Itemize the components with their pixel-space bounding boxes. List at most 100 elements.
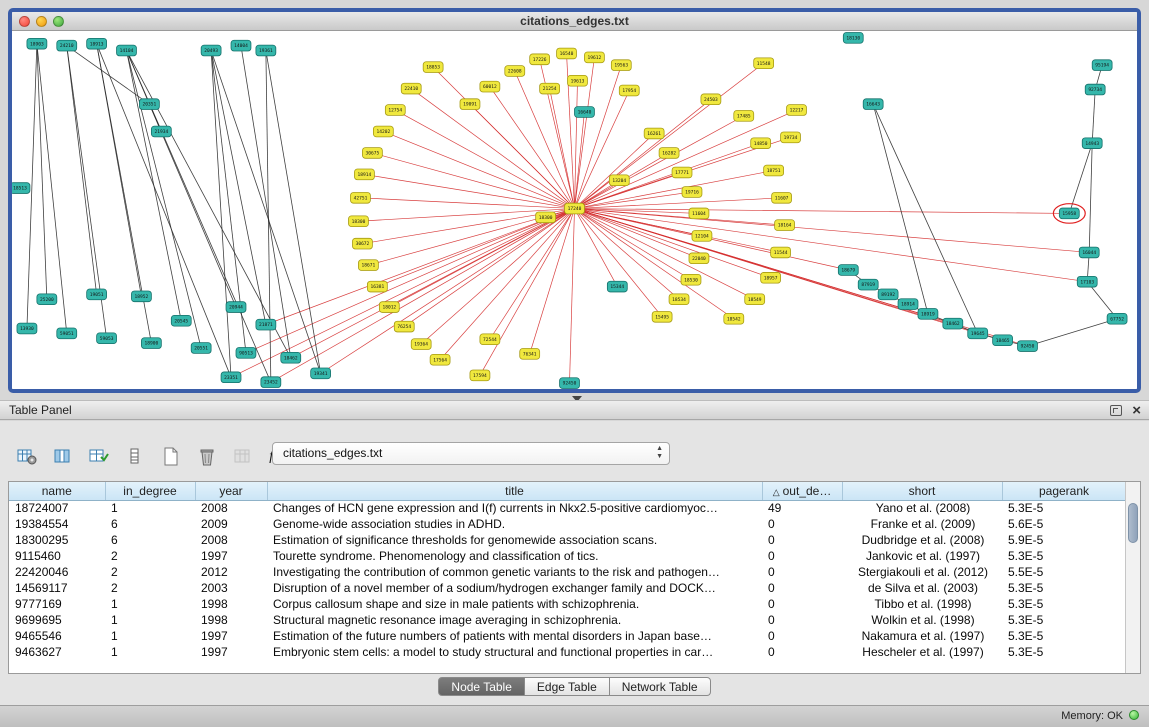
graph-node[interactable]: 19563 bbox=[611, 60, 631, 71]
graph-node[interactable]: 16282 bbox=[659, 148, 679, 159]
graph-node[interactable]: 19613 bbox=[568, 75, 588, 86]
graph-node[interactable]: 12104 bbox=[692, 230, 712, 241]
column-header[interactable]: year bbox=[195, 482, 267, 500]
column-header[interactable]: name bbox=[9, 482, 105, 500]
column-header[interactable]: title bbox=[267, 482, 762, 500]
graph-node[interactable]: 17103 bbox=[1077, 276, 1097, 287]
column-header[interactable]: in_degree bbox=[105, 482, 195, 500]
network-table-select[interactable]: citations_edges.txt ▲▼ bbox=[272, 442, 670, 465]
graph-node[interactable]: 18130 bbox=[843, 32, 863, 43]
table-rows-icon[interactable] bbox=[122, 445, 148, 469]
tab-network-table[interactable]: Network Table bbox=[610, 677, 711, 696]
graph-node[interactable]: 21254 bbox=[540, 83, 560, 94]
graph-node[interactable]: 18300 bbox=[349, 216, 369, 227]
table-row[interactable]: 946554611997Estimation of the future num… bbox=[9, 628, 1126, 644]
column-header[interactable]: short bbox=[842, 482, 1002, 500]
graph-node[interactable]: 15344 bbox=[607, 281, 627, 292]
graph-node[interactable]: 30675 bbox=[362, 148, 382, 159]
graph-node[interactable]: 19645 bbox=[968, 328, 988, 339]
graph-node[interactable]: 92450 bbox=[1018, 341, 1038, 352]
graph-node[interactable]: 16381 bbox=[367, 281, 387, 292]
graph-node[interactable]: 20493 bbox=[201, 45, 221, 56]
graph-node[interactable]: 14943 bbox=[1082, 138, 1102, 149]
graph-node[interactable]: 19734 bbox=[781, 132, 801, 143]
new-table-icon[interactable] bbox=[158, 445, 184, 469]
graph-node[interactable]: 18751 bbox=[764, 165, 784, 176]
graph-node[interactable]: 87919 bbox=[858, 279, 878, 290]
table-row[interactable]: 911546021997Tourette syndrome. Phenomeno… bbox=[9, 548, 1126, 564]
graph-node[interactable]: 25200 bbox=[37, 294, 57, 305]
graph-node[interactable]: 18164 bbox=[775, 220, 795, 231]
graph-node[interactable]: 15495 bbox=[652, 311, 672, 322]
table-scrollbar-thumb[interactable] bbox=[1128, 503, 1138, 543]
table-row[interactable]: 1456911722003Disruption of a novel membe… bbox=[9, 580, 1126, 596]
graph-node[interactable]: 18919 bbox=[918, 309, 938, 320]
graph-node[interactable]: 17240 bbox=[565, 203, 585, 214]
table-settings-icon[interactable] bbox=[14, 445, 40, 469]
delete-table-icon[interactable] bbox=[194, 445, 220, 469]
graph-node[interactable]: 60012 bbox=[480, 81, 500, 92]
table-row[interactable]: 2242004622012Investigating the contribut… bbox=[9, 564, 1126, 580]
network-view-window[interactable]: citations_edges.txt 17240188532241012754… bbox=[8, 8, 1141, 393]
graph-node[interactable]: 18914 bbox=[354, 169, 374, 180]
graph-node[interactable]: 18012 bbox=[379, 302, 399, 313]
zoom-window-button[interactable] bbox=[53, 16, 64, 27]
graph-node[interactable]: 18900 bbox=[141, 338, 161, 349]
table-import-icon[interactable] bbox=[86, 445, 112, 469]
graph-node[interactable]: 19051 bbox=[87, 289, 107, 300]
graph-node[interactable]: 17485 bbox=[734, 111, 754, 122]
graph-node[interactable]: 16540 bbox=[557, 48, 577, 59]
graph-node[interactable]: 11607 bbox=[772, 192, 792, 203]
graph-node[interactable]: 14850 bbox=[751, 138, 771, 149]
graph-node[interactable]: 18903 bbox=[27, 38, 47, 49]
graph-node[interactable]: 90513 bbox=[236, 348, 256, 359]
graph-node[interactable]: 21871 bbox=[256, 319, 276, 330]
graph-node[interactable]: 18671 bbox=[358, 260, 378, 271]
graph-node[interactable]: 11604 bbox=[689, 208, 709, 219]
graph-node[interactable]: 18549 bbox=[745, 294, 765, 305]
graph-node[interactable]: 18542 bbox=[724, 313, 744, 324]
graph-node[interactable]: 92734 bbox=[1085, 84, 1105, 95]
tab-node-table[interactable]: Node Table bbox=[438, 677, 525, 696]
graph-node[interactable]: 14104 bbox=[117, 45, 137, 56]
graph-node[interactable]: 18913 bbox=[87, 38, 107, 49]
graph-node[interactable]: 18914 bbox=[898, 299, 918, 310]
network-canvas[interactable]: 1724018853224101275414202306751891442751… bbox=[12, 32, 1137, 389]
graph-node[interactable]: 76254 bbox=[394, 321, 414, 332]
window-titlebar[interactable]: citations_edges.txt bbox=[12, 12, 1137, 31]
graph-node[interactable]: 16044 bbox=[1079, 247, 1099, 258]
graph-node[interactable]: 13930 bbox=[17, 323, 37, 334]
graph-node[interactable]: 20944 bbox=[226, 302, 246, 313]
graph-node[interactable]: 22040 bbox=[689, 253, 709, 264]
graph-node[interactable]: 89192 bbox=[878, 289, 898, 300]
table-scrollbar[interactable] bbox=[1125, 482, 1140, 673]
network-graph[interactable]: 1724018853224101275414202306751891442751… bbox=[12, 32, 1137, 389]
graph-node[interactable]: 59051 bbox=[57, 328, 77, 339]
graph-node[interactable]: 18465 bbox=[993, 335, 1013, 346]
graph-node[interactable]: 23351 bbox=[221, 372, 241, 383]
graph-node[interactable]: 17954 bbox=[619, 85, 639, 96]
graph-node[interactable]: 18957 bbox=[761, 272, 781, 283]
graph-node[interactable]: 18952 bbox=[131, 291, 151, 302]
graph-node[interactable]: 95194 bbox=[1092, 60, 1112, 71]
graph-node[interactable]: 18679 bbox=[838, 265, 858, 276]
close-panel-icon[interactable]: × bbox=[1132, 402, 1141, 419]
graph-node[interactable]: 18530 bbox=[681, 274, 701, 285]
tab-edge-table[interactable]: Edge Table bbox=[525, 677, 610, 696]
graph-node[interactable]: 18462 bbox=[943, 318, 963, 329]
graph-node[interactable]: 76341 bbox=[520, 349, 540, 360]
graph-node[interactable]: 21934 bbox=[151, 126, 171, 137]
graph-node[interactable]: 23452 bbox=[261, 377, 281, 388]
graph-node[interactable]: 14202 bbox=[373, 126, 393, 137]
graph-node[interactable]: 11544 bbox=[771, 247, 791, 258]
graph-node[interactable]: 22410 bbox=[401, 83, 421, 94]
graph-node[interactable]: 92450 bbox=[560, 378, 580, 389]
table-row[interactable]: 1830029562008Estimation of significance … bbox=[9, 532, 1126, 548]
column-header[interactable]: △out_de… bbox=[762, 482, 842, 500]
graph-node[interactable]: 24210 bbox=[57, 40, 77, 51]
graph-node[interactable]: 18534 bbox=[669, 294, 689, 305]
graph-node[interactable]: 20551 bbox=[191, 343, 211, 354]
table-row[interactable]: 977716911998Corpus callosum shape and si… bbox=[9, 596, 1126, 612]
graph-node[interactable]: 59053 bbox=[97, 333, 117, 344]
graph-node[interactable]: 12754 bbox=[385, 105, 405, 116]
